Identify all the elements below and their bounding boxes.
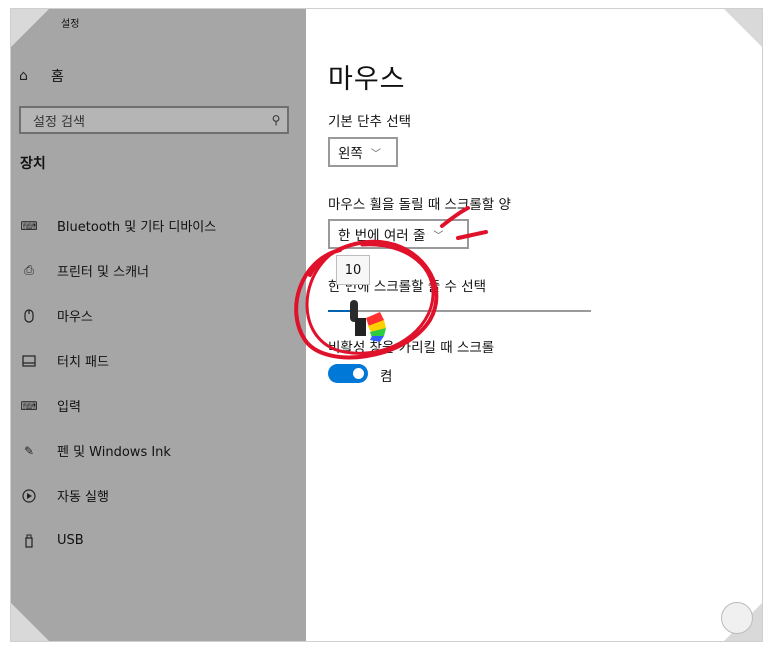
window-title: 설정: [61, 19, 80, 30]
primary-button-label: 기본 단추 선택: [328, 114, 412, 130]
home-label: 홈: [51, 69, 64, 85]
keyboard-icon: ⌨: [20, 398, 38, 413]
slider-value-tooltip: 10: [336, 255, 370, 285]
slider-track: [328, 310, 591, 312]
search-icon: ⚲: [271, 113, 281, 127]
sidebar-item-printers[interactable]: ⎙ 프린터 및 스캐너: [11, 248, 306, 293]
primary-button-dropdown[interactable]: 왼쪽 ﹀: [328, 137, 398, 167]
sidebar: ← 설정 ⌂ 홈 설정 검색 ⚲ 장치 ⌨ Bluetooth 및 기타 디바이…: [11, 9, 306, 641]
sidebar-item-label: USB: [57, 533, 84, 548]
chevron-down-icon: ﹀: [433, 230, 444, 242]
mouse-icon: [20, 307, 38, 325]
scroll-amount-dropdown[interactable]: 한 번에 여러 줄 ﹀: [328, 219, 469, 249]
inactive-scroll-toggle[interactable]: [328, 364, 368, 383]
sidebar-item-label: Bluetooth 및 기타 디바이스: [57, 220, 217, 235]
sidebar-item-label: 자동 실행: [57, 490, 109, 505]
usb-icon: [20, 532, 38, 550]
autoplay-icon: [20, 487, 38, 505]
dropdown-value: 한 번에 여러 줄: [338, 228, 426, 244]
printer-icon: ⎙: [24, 263, 34, 277]
sidebar-item-label: 입력: [57, 400, 81, 415]
search-input[interactable]: 설정 검색 ⚲: [19, 106, 289, 134]
frame-corner: [724, 9, 762, 47]
sidebar-item-home[interactable]: ⌂ 홈: [19, 65, 64, 87]
lines-to-scroll-slider[interactable]: [328, 300, 591, 322]
sidebar-item-typing[interactable]: ⌨ 입력: [11, 383, 306, 428]
sidebar-item-mouse[interactable]: 마우스: [11, 293, 306, 338]
section-title: 장치: [20, 156, 46, 172]
title-bar: ← 설정: [11, 9, 306, 37]
sidebar-item-bluetooth[interactable]: ⌨ Bluetooth 및 기타 디바이스: [11, 203, 306, 248]
sidebar-item-touchpad[interactable]: 터치 패드: [11, 338, 306, 383]
toggle-knob: [353, 368, 364, 379]
bluetooth-devices-icon: ⌨: [20, 218, 38, 233]
sidebar-item-label: 마우스: [57, 310, 93, 325]
watermark-stamp: [721, 602, 753, 634]
sidebar-item-label: 펜 및 Windows Ink: [57, 445, 171, 460]
home-icon: ⌂: [19, 68, 28, 84]
touchpad-icon: [20, 352, 38, 370]
toggle-state-label: 켬: [380, 369, 393, 385]
main-content: 마우스 기본 단추 선택 왼쪽 ﹀ 마우스 휠을 돌릴 때 스크롤할 양 한 번…: [306, 9, 762, 641]
sidebar-nav: ⌨ Bluetooth 및 기타 디바이스 ⎙ 프린터 및 스캐너 마우스 터치…: [11, 203, 306, 563]
search-placeholder: 설정 검색: [33, 114, 85, 130]
sidebar-item-label: 프린터 및 스캐너: [57, 265, 149, 280]
page-title: 마우스: [328, 64, 406, 95]
pen-icon: ✎: [23, 443, 35, 458]
inactive-scroll-label: 비활성 창을 가리킬 때 스크롤: [328, 340, 495, 356]
frame-corner: [11, 9, 49, 47]
dropdown-value: 왼쪽: [338, 146, 363, 162]
frame-corner: [11, 603, 49, 641]
sidebar-item-autoplay[interactable]: 자동 실행: [11, 473, 306, 518]
sidebar-item-label: 터치 패드: [57, 355, 109, 370]
slider-thumb[interactable]: [350, 300, 358, 322]
scroll-amount-label: 마우스 휠을 돌릴 때 스크롤할 양: [328, 197, 511, 213]
chevron-down-icon: ﹀: [370, 148, 381, 160]
screenshot-frame: ← 설정 ⌂ 홈 설정 검색 ⚲ 장치 ⌨ Bluetooth 및 기타 디바이…: [10, 8, 763, 642]
sidebar-item-pen[interactable]: ✎ 펜 및 Windows Ink: [11, 428, 306, 473]
sidebar-item-usb[interactable]: USB: [11, 518, 306, 563]
